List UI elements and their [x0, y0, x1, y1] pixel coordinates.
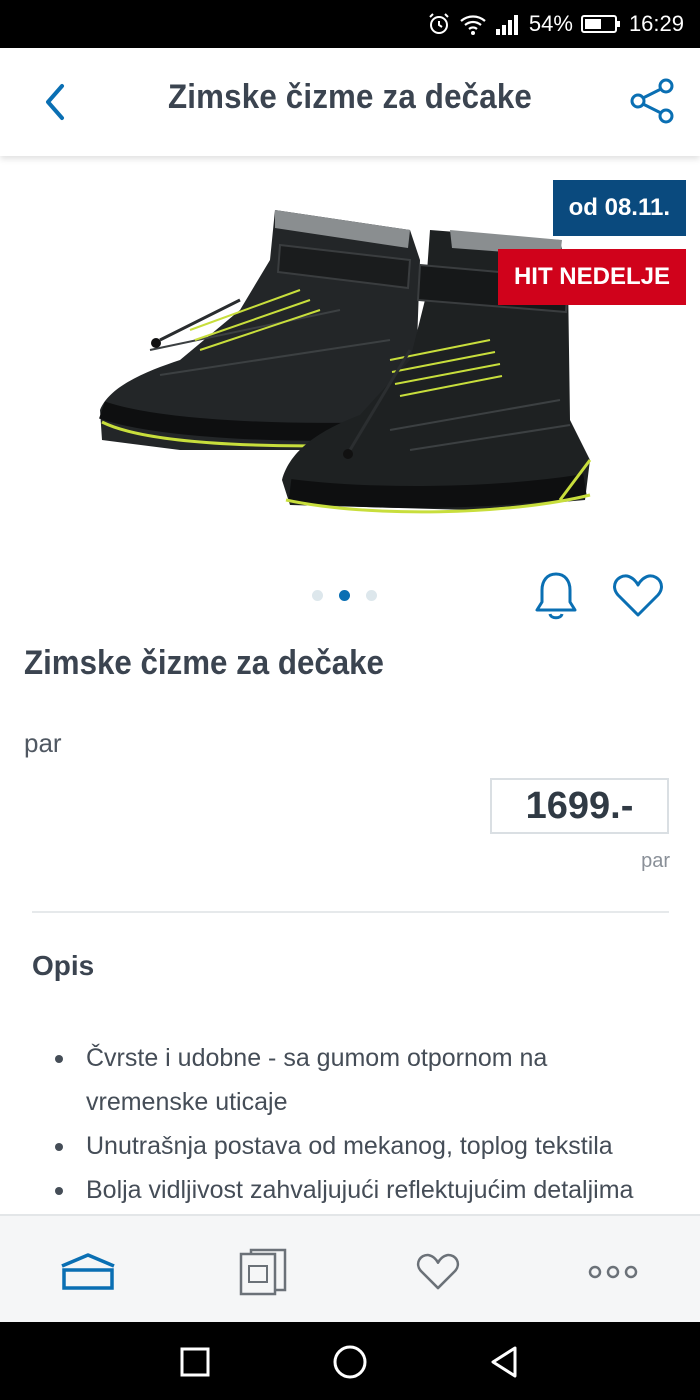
battery-percent: 54% [528, 11, 573, 36]
back-triangle-icon [491, 1346, 517, 1378]
description-list: Čvrste i udobne - sa gumom otpornom na v… [50, 1036, 650, 1212]
date-badge: od 08.11. [552, 180, 686, 236]
page-title: Zimske čizme za dečake [167, 78, 532, 116]
home-circle-icon [333, 1345, 367, 1379]
nav-favorites[interactable] [403, 1242, 473, 1302]
home-system-button[interactable] [330, 1342, 370, 1382]
carousel-dot-active[interactable] [339, 590, 350, 601]
list-item: Unutrašnja postava od mekanog, toplog te… [50, 1124, 650, 1168]
favorite-button[interactable] [612, 573, 664, 619]
price-unit: par [641, 850, 670, 872]
product-title: Zimske čizme za dečake [24, 644, 384, 682]
share-button[interactable] [628, 76, 678, 126]
heart-icon [613, 574, 663, 617]
carousel-dot[interactable] [366, 590, 377, 601]
wifi-icon [459, 12, 487, 36]
nav-more[interactable] [578, 1242, 648, 1302]
product-unit: par [24, 728, 62, 758]
bell-icon [535, 572, 577, 620]
alarm-icon [427, 12, 451, 36]
battery-icon [580, 14, 621, 34]
recents-icon [180, 1347, 210, 1377]
notify-button[interactable] [533, 570, 579, 622]
clock: 16:29 [628, 11, 684, 36]
hit-badge: HIT NEDELJE [497, 249, 686, 305]
list-item: Čvrste i udobne - sa gumom otpornom na v… [50, 1036, 650, 1124]
list-item: Bolja vidljivost zahvaljujući reflektuju… [50, 1168, 650, 1212]
app-header: Zimske čizme za dečake [0, 48, 700, 156]
home-icon [61, 1253, 115, 1290]
description-heading: Opis [32, 950, 95, 981]
carousel-dot[interactable] [312, 590, 323, 601]
nav-home[interactable] [53, 1242, 123, 1302]
signal-icon [495, 13, 521, 35]
bottom-nav [0, 1214, 700, 1322]
status-bar: 54% 16:29 [0, 0, 700, 48]
more-icon [588, 1265, 638, 1279]
system-nav-bar [0, 1322, 700, 1400]
back-system-button[interactable] [485, 1342, 525, 1382]
divider [32, 911, 669, 913]
recents-button[interactable] [175, 1342, 215, 1382]
favorites-icon [416, 1253, 460, 1290]
carousel-dots[interactable] [312, 590, 377, 601]
leaflet-icon [239, 1248, 287, 1296]
nav-leaflet[interactable] [228, 1242, 298, 1302]
product-gallery[interactable]: od 08.11. HIT NEDELJE [0, 160, 700, 620]
price-box: 1699.- [490, 778, 669, 834]
share-icon [630, 78, 674, 124]
